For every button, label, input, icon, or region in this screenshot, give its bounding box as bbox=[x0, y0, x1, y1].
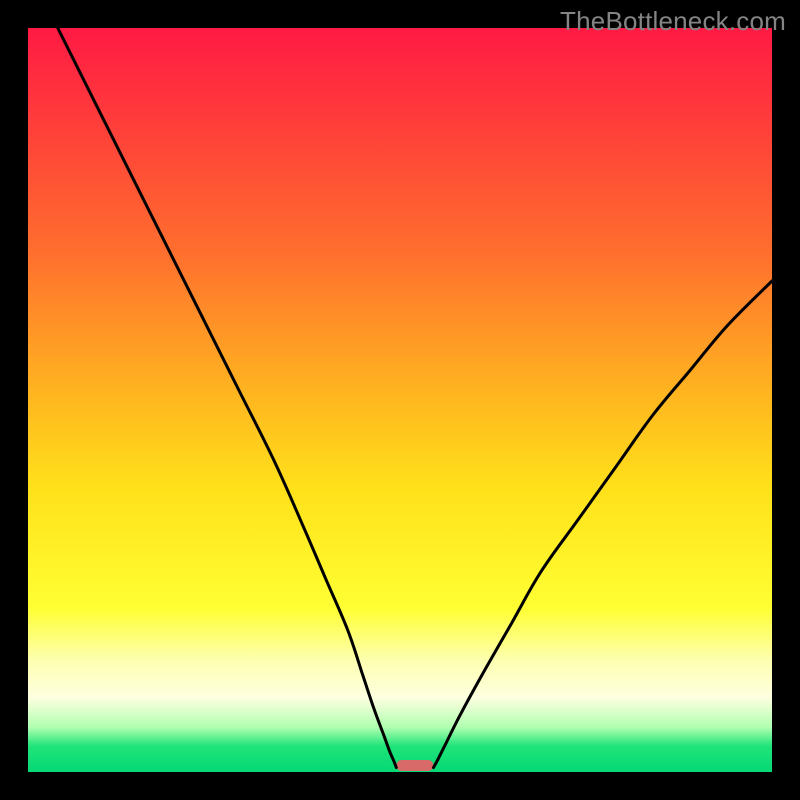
chart-frame: TheBottleneck.com bbox=[0, 0, 800, 800]
gradient-background bbox=[28, 28, 772, 772]
chart-svg bbox=[28, 28, 772, 772]
watermark-label: TheBottleneck.com bbox=[560, 6, 786, 37]
plot-area bbox=[28, 28, 772, 772]
bottleneck-marker bbox=[396, 760, 433, 771]
